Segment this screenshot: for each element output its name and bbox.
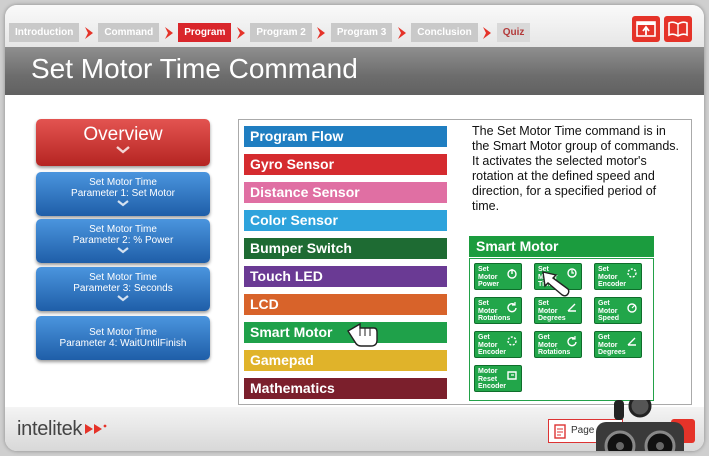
chevron-right-icon bbox=[312, 23, 331, 42]
sidebar-item-parameter-4[interactable]: Set Motor Time Parameter 4: WaitUntilFini… bbox=[36, 316, 210, 360]
content-panel: Program Flow Gyro Sensor Distance Sensor Co… bbox=[238, 119, 692, 405]
tile-label: Degrees bbox=[538, 315, 566, 322]
tile-label: Rotations bbox=[538, 349, 571, 356]
pointer-cursor-icon bbox=[542, 271, 570, 297]
top-navigation: Introduction Command Program Program 2 Progr… bbox=[5, 5, 704, 47]
category-program-flow[interactable]: Program Flow bbox=[244, 126, 447, 147]
chevron-right-icon bbox=[392, 23, 411, 42]
reset-encoder-icon bbox=[507, 371, 517, 380]
tile-label: Encoder bbox=[598, 281, 627, 288]
book-icon[interactable] bbox=[664, 16, 692, 42]
breadcrumb-item[interactable]: Introduction bbox=[9, 23, 80, 42]
breadcrumb: Introduction Command Program Program 2 Progr… bbox=[9, 23, 531, 42]
chevron-right-icon bbox=[159, 23, 178, 42]
category-gamepad[interactable]: Gamepad bbox=[244, 350, 447, 371]
category-color-sensor[interactable]: Color Sensor bbox=[244, 210, 447, 231]
description-text: The Set Motor Time command is in the Sma… bbox=[472, 124, 680, 213]
category-gyro-sensor[interactable]: Gyro Sensor bbox=[244, 154, 447, 175]
logo-text: intelitek bbox=[17, 418, 83, 440]
intelitek-logo: intelitek bbox=[17, 418, 108, 441]
tile-label: Encoder bbox=[478, 383, 507, 390]
motor-command-tile[interactable]: Get Motor Rotations bbox=[534, 331, 582, 358]
sidebar-item-title: Set Motor Time bbox=[89, 272, 157, 283]
return-icon[interactable] bbox=[632, 16, 660, 42]
page-icon bbox=[554, 424, 566, 439]
category-bumper-switch[interactable]: Bumper Switch bbox=[244, 238, 447, 259]
page-title: Set Motor Time Command bbox=[31, 53, 358, 84]
sidebar-item-subtitle: Parameter 2: % Power bbox=[72, 235, 174, 246]
tile-label: Rotations bbox=[478, 315, 511, 322]
rotation-icon bbox=[567, 336, 577, 347]
motor-command-tile[interactable]: Get Motor Encoder bbox=[474, 331, 522, 358]
sidebar-item-title: Set Motor Time bbox=[89, 224, 157, 235]
tile-label: Encoder bbox=[478, 349, 507, 356]
motor-command-tile[interactable]: Get Motor Degrees bbox=[594, 331, 642, 358]
rotation-icon bbox=[507, 302, 517, 313]
sidebar-item-subtitle: Parameter 4: WaitUntilFinish bbox=[59, 338, 187, 349]
breadcrumb-item[interactable]: Quiz bbox=[496, 23, 531, 42]
pointer-cursor-icon bbox=[347, 322, 378, 347]
motor-command-tile[interactable]: Set Motor Encoder bbox=[594, 263, 642, 290]
smart-motor-palette: SetMotorPowerSetMotorTimeSetMotorEncoder… bbox=[469, 258, 654, 401]
chevron-down-icon bbox=[117, 295, 129, 302]
power-icon bbox=[507, 269, 517, 279]
overview-button[interactable]: Overview bbox=[36, 119, 210, 166]
chevron-right-icon bbox=[478, 23, 497, 42]
sidebar-item-title: Set Motor Time bbox=[89, 327, 157, 338]
sidebar-item-subtitle: Parameter 1: Set Motor bbox=[71, 188, 175, 199]
category-touch-led[interactable]: Touch LED bbox=[244, 266, 447, 287]
degrees-icon bbox=[627, 337, 636, 346]
category-distance-sensor[interactable]: Distance Sensor bbox=[244, 182, 447, 203]
degrees-icon bbox=[567, 303, 576, 312]
chevron-right-icon bbox=[231, 23, 250, 42]
breadcrumb-item[interactable]: Program 2 bbox=[250, 23, 312, 42]
title-bar: Set Motor Time Command bbox=[5, 47, 704, 95]
app-frame: Introduction Command Program Program 2 Progr… bbox=[5, 5, 704, 451]
chevron-down-icon bbox=[117, 247, 129, 254]
speed-icon bbox=[627, 303, 637, 313]
breadcrumb-item[interactable]: Program bbox=[178, 23, 232, 42]
sidebar-item-parameter-3[interactable]: Set Motor Time Parameter 3: Seconds bbox=[36, 267, 210, 311]
category-smart-motor[interactable]: Smart Motor bbox=[244, 322, 447, 343]
encoder-icon bbox=[627, 268, 637, 278]
category-mathematics[interactable]: Mathematics bbox=[244, 378, 447, 399]
motor-command-tile[interactable]: Set Motor Degrees bbox=[534, 297, 582, 324]
breadcrumb-item[interactable]: Command bbox=[98, 23, 160, 42]
sidebar-item-parameter-2[interactable]: Set Motor Time Parameter 2: % Power bbox=[36, 219, 210, 263]
tile-label: Speed bbox=[598, 315, 620, 322]
chevron-right-icon bbox=[79, 23, 98, 42]
motor-command-tile[interactable]: Set Motor Power bbox=[474, 263, 522, 290]
encoder-icon bbox=[507, 336, 517, 346]
tile-label: Degrees bbox=[598, 349, 626, 356]
motor-command-tile[interactable]: Set Motor Rotations bbox=[474, 297, 522, 324]
chevron-down-icon bbox=[117, 200, 129, 207]
breadcrumb-item[interactable]: Program 3 bbox=[330, 23, 393, 42]
sidebar-item-subtitle: Parameter 3: Seconds bbox=[73, 283, 173, 294]
category-lcd[interactable]: LCD bbox=[244, 294, 447, 315]
tile-label: Power bbox=[478, 281, 500, 288]
breadcrumb-item[interactable]: Conclusion bbox=[411, 23, 478, 42]
motor-command-tile[interactable]: Get Motor Speed bbox=[594, 297, 642, 324]
top-icons bbox=[632, 16, 692, 42]
overview-label: Overview bbox=[83, 124, 163, 145]
motor-command-tile[interactable]: Motor Reset Encoder bbox=[474, 365, 522, 392]
robot-sensor-icon bbox=[596, 400, 684, 451]
sidebar-item-title: Set Motor Time bbox=[89, 177, 157, 188]
chevron-down-icon bbox=[116, 146, 130, 154]
smart-motor-header: Smart Motor bbox=[469, 236, 654, 257]
sidebar-item-parameter-1[interactable]: Set Motor Time Parameter 1: Set Motor bbox=[36, 172, 210, 216]
